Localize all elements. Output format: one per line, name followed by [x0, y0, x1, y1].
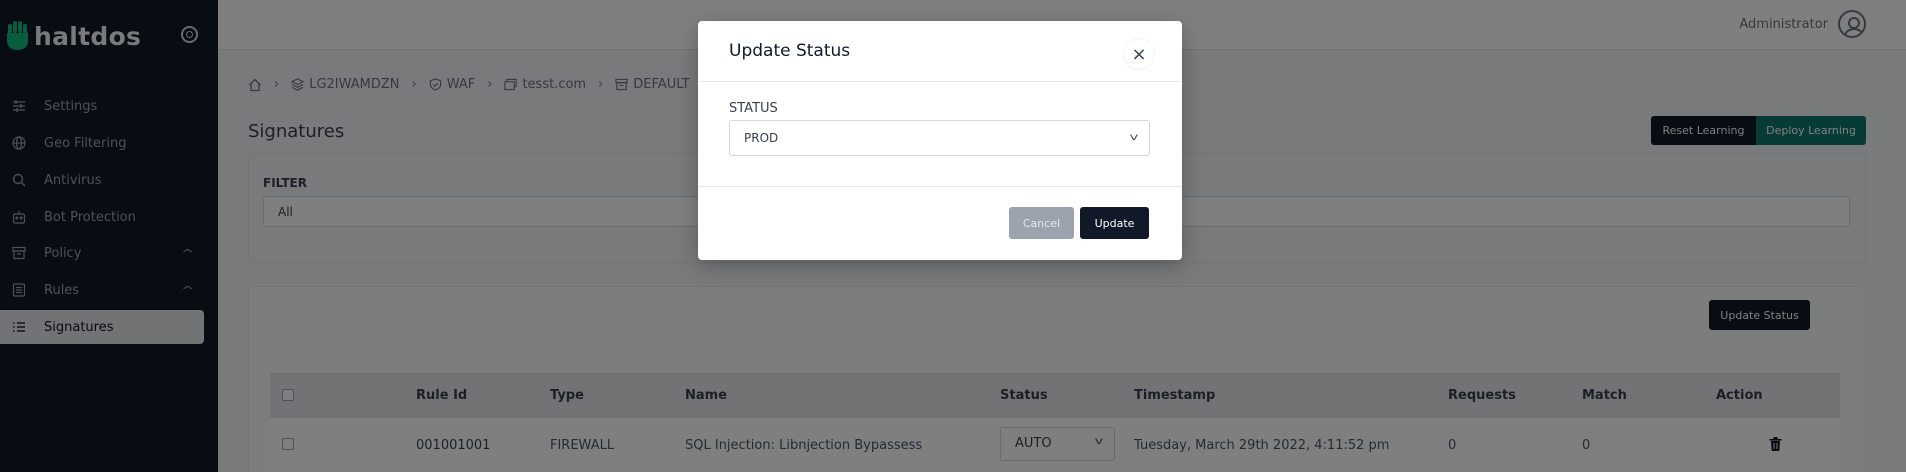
update-button[interactable]: Update — [1080, 207, 1149, 239]
close-icon[interactable]: × — [1123, 38, 1155, 70]
chevron-down-icon: v — [1129, 132, 1139, 143]
modal-title: Update Status — [729, 41, 851, 61]
status-select[interactable]: PROD v — [729, 120, 1150, 156]
cancel-button[interactable]: Cancel — [1009, 207, 1074, 239]
status-select-value: PROD — [744, 131, 779, 145]
update-status-modal: Update Status × STATUS PROD v Cancel Upd… — [698, 21, 1182, 260]
modal-divider — [698, 186, 1182, 187]
status-label: STATUS — [729, 101, 778, 116]
modal-divider — [698, 81, 1182, 82]
